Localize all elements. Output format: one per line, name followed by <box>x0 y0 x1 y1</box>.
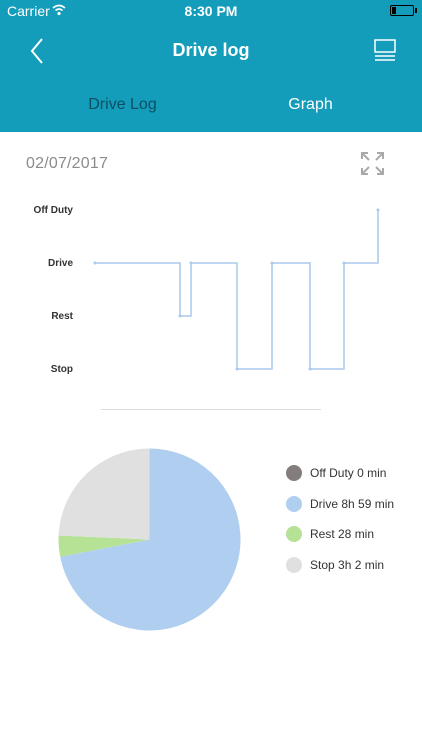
page-title: Drive log <box>172 40 250 60</box>
step-point <box>178 314 182 318</box>
screen: Carrier 8:30 PM Drive log Drive Log Grap… <box>0 0 422 750</box>
battery-icon <box>390 5 414 16</box>
step-point <box>342 261 346 265</box>
header: Carrier 8:30 PM Drive log Drive Log Grap… <box>0 0 422 132</box>
legend-item-stop: Stop 3h 2 min <box>286 557 416 575</box>
legend-dot-drive <box>286 496 302 512</box>
legend-label-off-duty: Off Duty 0 min <box>310 466 387 480</box>
status-bar: Carrier 8:30 PM <box>0 0 422 22</box>
status-time: 8:30 PM <box>184 3 238 19</box>
duty-pie-chart <box>58 448 241 631</box>
step-point <box>93 261 97 265</box>
step-point <box>235 367 239 371</box>
tab-drive-log[interactable]: Drive Log <box>17 96 228 114</box>
legend-label-rest: Rest 28 min <box>310 527 375 541</box>
pie-slice-stop <box>58 448 150 540</box>
step-line-plot <box>93 208 380 371</box>
legend-dot-stop <box>286 557 302 573</box>
expand-icon[interactable] <box>360 151 385 176</box>
date-label: 02/07/2017 <box>26 155 109 172</box>
step-point <box>270 261 274 265</box>
step-point <box>376 208 380 212</box>
step-point <box>189 261 193 265</box>
menu-button[interactable] <box>374 39 396 63</box>
legend-item-rest: Rest 28 min <box>286 526 416 544</box>
divider <box>101 409 321 410</box>
tab-bar: Drive Log Graph <box>0 96 422 120</box>
legend-dot-rest <box>286 526 302 542</box>
status-line-chart: Off Duty Drive Rest Stop <box>0 190 422 390</box>
legend-dot-off-duty <box>286 465 302 481</box>
tab-graph[interactable]: Graph <box>205 96 416 114</box>
legend-item-off-duty: Off Duty 0 min <box>286 465 416 483</box>
legend-label-drive: Drive 8h 59 min <box>310 497 395 511</box>
step-point <box>308 367 312 371</box>
battery-nub <box>415 8 417 13</box>
battery-level <box>392 7 396 14</box>
legend-label-stop: Stop 3h 2 min <box>310 558 385 572</box>
legend-item-drive: Drive 8h 59 min <box>286 496 416 514</box>
status-step-line <box>95 209 379 370</box>
